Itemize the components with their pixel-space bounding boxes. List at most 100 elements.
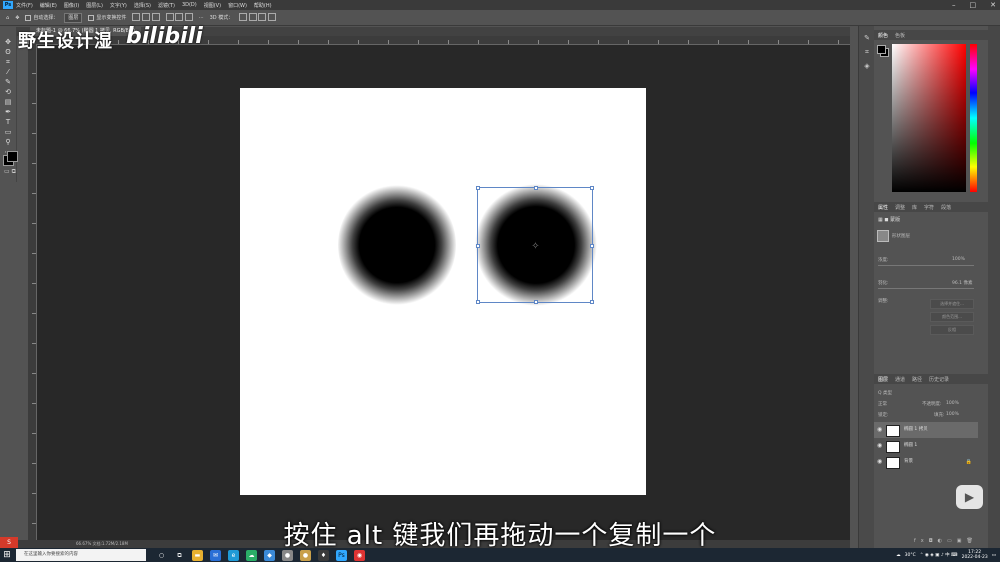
visibility-eye-icon[interactable]: ◉ <box>877 438 882 454</box>
layer-row[interactable]: ◉ 椭圆 1 <box>874 438 978 454</box>
tab-paths[interactable]: 路径 <box>912 376 922 383</box>
vertical-ruler[interactable] <box>28 44 37 550</box>
layer-row[interactable]: ◉ 背景 🔒 <box>874 454 978 470</box>
crop-tool-icon[interactable]: ⌗ <box>3 58 13 67</box>
clock[interactable]: 17:22 2022-04-23 <box>962 550 988 560</box>
blend-mode-dropdown[interactable]: 正常 <box>878 401 887 407</box>
more-options-icon[interactable]: ··· <box>199 15 204 21</box>
app-icon[interactable]: ◆ <box>264 549 275 561</box>
cortana-icon[interactable]: ○ <box>156 550 167 561</box>
app-icon[interactable]: ♦ <box>318 549 329 561</box>
blurred-circle-layer[interactable] <box>338 183 456 307</box>
edge-browser-icon[interactable]: e <box>228 549 239 561</box>
zoom-tool-icon[interactable]: ⚲ <box>3 138 13 147</box>
app-icon[interactable]: ● <box>282 549 293 561</box>
menu-select[interactable]: 选择(S) <box>134 2 151 9</box>
weather-text[interactable]: 30°C <box>905 553 916 558</box>
photoshop-taskbar-icon[interactable]: Ps <box>336 549 347 561</box>
brush-panel-icon[interactable]: ✎ <box>863 34 871 42</box>
hue-slider[interactable] <box>970 44 977 192</box>
photoshop-logo-icon[interactable]: Ps <box>3 1 13 9</box>
fill-value[interactable]: 100% <box>946 412 959 417</box>
weather-icon[interactable]: ☁ <box>896 553 901 558</box>
menu-view[interactable]: 视图(V) <box>204 2 221 9</box>
home-icon[interactable]: ⌂ <box>6 15 9 21</box>
tab-properties[interactable]: 属性 <box>878 204 888 211</box>
color-panel-foreground-swatch[interactable] <box>877 45 886 54</box>
tab-layers[interactable]: 图层 <box>878 376 888 383</box>
pen-tool-icon[interactable]: ✒ <box>3 108 13 117</box>
crop-panel-icon[interactable]: ⌗ <box>863 48 871 56</box>
color-picker-field[interactable] <box>892 44 966 192</box>
menu-3d[interactable]: 3D(D) <box>182 2 197 8</box>
tab-adjustments[interactable]: 调整 <box>895 204 905 211</box>
lasso-tool-icon[interactable]: ʘ <box>3 48 13 57</box>
show-transform-checkbox[interactable]: 显示变换控件 <box>88 14 126 21</box>
quick-mask-icon[interactable]: ▭ ⧉ <box>4 168 16 176</box>
task-view-icon[interactable]: ⧉ <box>174 550 185 561</box>
3d-mode-icons[interactable] <box>239 12 276 23</box>
feather-slider[interactable] <box>878 288 974 289</box>
input-method-badge-icon[interactable]: S <box>0 537 18 548</box>
align-icons[interactable] <box>132 12 160 23</box>
menu-image[interactable]: 图像(I) <box>64 2 79 9</box>
app-icon[interactable]: ● <box>300 549 311 561</box>
visibility-eye-icon[interactable]: ◉ <box>877 454 882 470</box>
start-button[interactable]: ⊞ <box>0 548 14 562</box>
auto-select-checkbox[interactable]: 自动选择： <box>25 14 58 21</box>
transform-center-icon[interactable]: ✧ <box>530 241 541 252</box>
file-explorer-icon[interactable]: ▬ <box>192 549 203 561</box>
minimize-button[interactable]: – <box>952 1 956 9</box>
brush-tool-icon[interactable]: ✎ <box>3 78 13 87</box>
tab-paragraph[interactable]: 段落 <box>941 204 951 211</box>
move-tool-icon[interactable]: ✥ <box>15 15 19 21</box>
move-tool-icon[interactable]: ✥ <box>3 38 13 47</box>
tray-icons[interactable]: ⌃ ◉ ◈ ▣ ♪ 中 ⌨ <box>920 552 958 558</box>
select-and-mask-button[interactable]: 选择并遮住... <box>930 299 974 309</box>
transform-handle[interactable] <box>476 244 480 248</box>
layer-row[interactable]: ◉ 椭圆 1 拷贝 <box>874 422 978 438</box>
feather-value[interactable]: 96.1 像素 <box>952 280 972 286</box>
mail-icon[interactable]: ✉ <box>210 549 221 561</box>
menu-filter[interactable]: 滤镜(T) <box>158 2 175 9</box>
tab-libraries[interactable]: 库 <box>912 204 917 211</box>
right-scrollbar[interactable] <box>988 26 1000 550</box>
tab-character[interactable]: 字符 <box>924 204 934 211</box>
invert-button[interactable]: 反相 <box>930 325 974 335</box>
eyedropper-tool-icon[interactable]: ⁄ <box>3 68 13 77</box>
color-range-button[interactable]: 颜色范围... <box>930 312 974 322</box>
notification-icon[interactable]: ▭ <box>992 553 996 558</box>
gradient-tool-icon[interactable]: ▤ <box>3 98 13 107</box>
menu-edit[interactable]: 编辑(E) <box>40 2 57 9</box>
layers-footer-icons[interactable]: fx◘◐▭▣🗑 <box>914 538 978 544</box>
menu-file[interactable]: 文件(F) <box>16 2 33 9</box>
transform-handle[interactable] <box>534 186 538 190</box>
layer-filter[interactable]: Q 类型 <box>878 390 892 396</box>
wechat-icon[interactable]: ☁ <box>246 549 257 561</box>
tab-color[interactable]: 颜色 <box>878 32 888 39</box>
3d-panel-icon[interactable]: ◈ <box>863 62 871 70</box>
auto-select-dropdown[interactable]: 图层 <box>64 12 83 23</box>
foreground-color-swatch[interactable] <box>7 151 18 162</box>
taskbar-search-input[interactable]: 在这里输入你要搜索的内容 <box>16 549 146 561</box>
distribute-icons[interactable] <box>165 12 193 23</box>
tab-channels[interactable]: 通道 <box>895 376 905 383</box>
opacity-value[interactable]: 100% <box>946 401 959 406</box>
density-slider[interactable] <box>878 265 974 266</box>
transform-handle[interactable] <box>476 186 480 190</box>
tab-swatches[interactable]: 色板 <box>895 32 905 39</box>
menu-type[interactable]: 文字(Y) <box>110 2 127 9</box>
history-brush-icon[interactable]: ⟲ <box>3 88 13 97</box>
density-value[interactable]: 100% <box>952 257 965 262</box>
transform-handle[interactable] <box>534 300 538 304</box>
shape-tool-icon[interactable]: ▭ <box>3 128 13 137</box>
transform-handle[interactable] <box>476 300 480 304</box>
menu-window[interactable]: 窗口(W) <box>228 2 247 9</box>
type-tool-icon[interactable]: T <box>3 118 13 127</box>
maximize-button[interactable]: □ <box>970 1 977 9</box>
transform-handle[interactable] <box>590 244 594 248</box>
visibility-eye-icon[interactable]: ◉ <box>877 422 882 438</box>
properties-mask-icons[interactable]: ▦ ◼ 蒙版 <box>878 216 900 223</box>
menu-layer[interactable]: 图层(L) <box>86 2 103 9</box>
menu-help[interactable]: 帮助(H) <box>254 2 272 9</box>
